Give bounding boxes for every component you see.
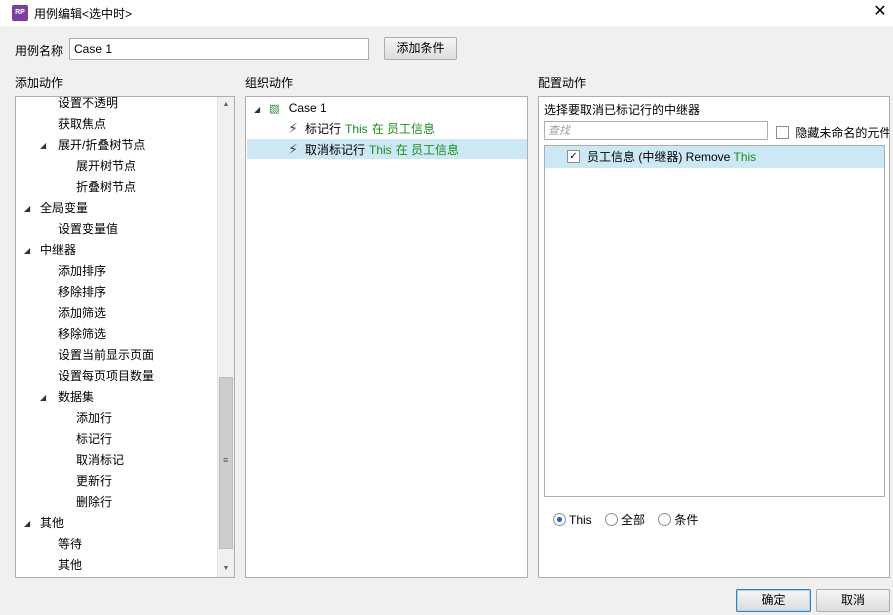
tree-item-label: 添加筛选 xyxy=(58,306,107,320)
ok-button[interactable]: 确定 xyxy=(736,589,811,612)
tree-item-label: 取消标记 xyxy=(76,453,125,467)
window-title: 用例编辑<选中时> xyxy=(34,7,133,21)
action-verb: 取消标记行 xyxy=(305,143,366,157)
tree-item-label: 设置不透明 xyxy=(58,96,119,110)
tree-item-label: 展开树节点 xyxy=(76,159,137,173)
tree-item-label: 全局变量 xyxy=(40,201,89,215)
action-target-rest: 在 员工信息 xyxy=(395,143,460,157)
expander-icon[interactable]: ◢ xyxy=(254,100,264,120)
expander-icon[interactable]: ◢ xyxy=(40,135,50,156)
case-node[interactable]: ◢ ▧ Case 1 xyxy=(254,98,327,118)
tree-item-label: 移除筛选 xyxy=(58,327,107,341)
lightning-icon: ⚡ xyxy=(288,141,298,157)
target-radio-group: This 全部 条件 xyxy=(553,511,708,528)
expander-icon[interactable]: ◢ xyxy=(24,513,34,534)
expander-icon[interactable]: ◢ xyxy=(24,240,34,261)
action-target-rest: 在 员工信息 xyxy=(371,122,436,136)
add-condition-button[interactable]: 添加条件 xyxy=(384,37,457,60)
radio-all[interactable] xyxy=(605,513,619,526)
radio-this-label[interactable]: This xyxy=(569,513,592,527)
title-bar: RP 用例编辑<选中时> ✕ xyxy=(0,0,893,26)
tree-item-label: 移除排序 xyxy=(58,285,107,299)
action-target-this: This xyxy=(369,143,392,157)
tree-item-label: 设置每页项目数量 xyxy=(58,369,155,383)
add-actions-tree[interactable]: 设置不透明获取焦点 ◢ 展开/折叠树节点展开树节点折叠树节点 ◢ 全局变量设置变量值 ◢ 中… xyxy=(15,96,235,578)
hide-unnamed-label: 隐藏未命名的元件 xyxy=(795,126,890,140)
repeater-list[interactable]: ✓ 员工信息 (中继器) Remove This xyxy=(544,145,885,497)
tree-item-label: 删除行 xyxy=(76,495,113,509)
tree-item-label: 等待 xyxy=(58,537,83,551)
repeater-checkbox[interactable]: ✓ xyxy=(567,150,580,163)
repeater-prompt: 选择要取消已标记行的中继器 xyxy=(544,103,701,117)
tree-item-label: 标记行 xyxy=(76,432,113,446)
tree-node-icon: ▧ xyxy=(269,103,280,115)
cancel-button[interactable]: 取消 xyxy=(816,589,890,612)
tree-item-label: 中继器 xyxy=(40,243,77,257)
action-verb: 标记行 xyxy=(305,122,342,136)
scroll-down-icon[interactable]: ▼ xyxy=(218,561,234,577)
radio-all-label[interactable]: 全部 xyxy=(621,513,645,527)
repeater-text: 员工信息 (中继器) Remove This xyxy=(587,146,756,168)
app-logo-icon: RP xyxy=(12,5,28,21)
action-target-this: This xyxy=(345,122,368,136)
radio-condition-label[interactable]: 条件 xyxy=(674,513,698,527)
scroll-grip-icon: ≡ xyxy=(223,455,229,465)
action-row[interactable]: ⚡ 取消标记行 This 在 员工信息 xyxy=(247,139,527,159)
tree-item-label: 其他 xyxy=(40,516,65,530)
expander-icon[interactable]: ◢ xyxy=(24,198,34,219)
tree-item-label: 添加排序 xyxy=(58,264,107,278)
repeater-name: 员工信息 (中继器) Remove xyxy=(587,150,731,164)
hide-unnamed-checkbox[interactable] xyxy=(776,126,789,139)
configure-actions-header: 配置动作 xyxy=(538,76,587,90)
tree-item-label: 设置变量值 xyxy=(58,222,119,236)
tree-item-label: 其他 xyxy=(58,558,83,572)
lightning-icon: ⚡ xyxy=(288,120,298,136)
case-name-label: 用例名称 xyxy=(15,44,64,58)
tree-item-label: 数据集 xyxy=(58,390,95,404)
tree-item-label: 展开/折叠树节点 xyxy=(58,138,146,152)
scroll-up-icon[interactable]: ▲ xyxy=(218,97,234,113)
add-actions-header: 添加动作 xyxy=(15,76,64,90)
action-row[interactable]: ⚡ 标记行 This 在 员工信息 xyxy=(247,118,527,138)
tree-item-label: 更新行 xyxy=(76,474,113,488)
hide-unnamed-option[interactable]: 隐藏未命名的元件 xyxy=(776,124,890,141)
tree-item-label: 添加行 xyxy=(76,411,113,425)
expander-icon[interactable]: ◢ xyxy=(40,387,50,408)
radio-condition[interactable] xyxy=(658,513,672,526)
tree-scrollbar[interactable]: ▲ ≡ ▼ xyxy=(217,97,234,577)
close-icon[interactable]: ✕ xyxy=(867,0,893,26)
case-node-label: Case 1 xyxy=(288,101,327,115)
repeater-row[interactable]: ✓ 员工信息 (中继器) Remove This xyxy=(545,146,884,168)
organize-actions-header: 组织动作 xyxy=(245,76,294,90)
organize-actions-tree[interactable]: ◢ ▧ Case 1 ⚡ 标记行 This 在 员工信息 ⚡ 取消标记行 This 在 员工信… xyxy=(245,96,528,578)
radio-this[interactable] xyxy=(553,513,566,526)
configure-actions-panel: 选择要取消已标记行的中继器 隐藏未命名的元件 ✓ 员工信息 (中继器) Remo… xyxy=(538,96,890,578)
repeater-this: This xyxy=(733,150,757,164)
case-name-input[interactable] xyxy=(69,38,369,60)
tree-item-label: 折叠树节点 xyxy=(76,180,137,194)
tree-item-label: 获取焦点 xyxy=(58,117,107,131)
tree-item-label: 设置当前显示页面 xyxy=(58,348,155,362)
search-input[interactable] xyxy=(544,121,768,140)
scroll-thumb[interactable]: ≡ xyxy=(219,377,233,549)
